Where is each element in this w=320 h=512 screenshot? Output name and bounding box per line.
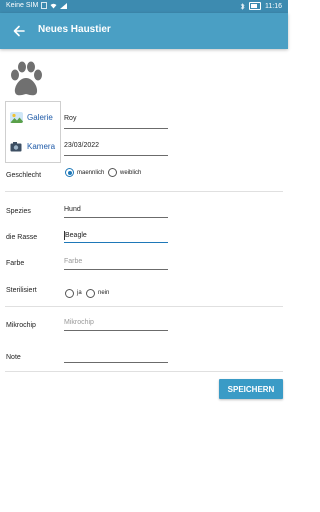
gallery-image-icon: [10, 111, 23, 123]
breed-input-underline: [64, 242, 168, 243]
date-input[interactable]: 23/03/2022: [64, 142, 99, 149]
section-divider-3: [5, 371, 283, 372]
status-right: 11:16: [240, 2, 282, 10]
section-divider: [5, 191, 283, 192]
color-input-underline: [64, 269, 168, 270]
gender-label: Geschlecht: [6, 172, 42, 179]
app-bar: Neues Haustier: [0, 13, 288, 49]
sterilized-option-yes: ja: [77, 290, 82, 296]
sterilized-label: Sterilisiert: [6, 287, 37, 294]
clock-text: 11:16: [265, 2, 282, 10]
gallery-label: Galerie: [27, 112, 53, 122]
photo-source-box: Galerie Kamera: [5, 101, 61, 163]
color-label: Farbe: [6, 260, 25, 267]
status-bar: Keine SIM 11:16: [0, 0, 288, 13]
back-button[interactable]: [10, 22, 28, 40]
section-divider-2: [5, 306, 283, 307]
carrier-text: Keine SIM: [6, 2, 39, 9]
save-button[interactable]: SPEICHERN: [219, 379, 283, 399]
bluetooth-icon: [240, 2, 245, 10]
gender-radio-female[interactable]: [108, 168, 117, 177]
gender-option-female: weiblich: [120, 170, 142, 176]
camera-icon: [10, 141, 22, 151]
gallery-button[interactable]: Galerie: [10, 109, 53, 125]
color-input[interactable]: Farbe: [64, 258, 82, 265]
page-title: Neues Haustier: [38, 24, 111, 35]
species-input[interactable]: Hund: [64, 206, 81, 213]
sterilized-radio-no[interactable]: [86, 289, 95, 298]
paw-icon: [11, 61, 42, 96]
gender-option-male: maennlich: [77, 170, 105, 176]
gender-radio-male[interactable]: [65, 168, 74, 177]
wifi-icon: [50, 3, 57, 8]
camera-label: Kamera: [27, 141, 56, 151]
note-input-underline: [64, 362, 168, 363]
name-input[interactable]: Roy: [64, 115, 76, 122]
species-input-underline: [64, 217, 168, 218]
breed-input[interactable]: Beagle: [65, 232, 87, 239]
camera-button[interactable]: Kamera: [10, 138, 55, 154]
battery-icon: [249, 2, 261, 10]
breed-label: die Rasse: [6, 234, 38, 241]
microchip-input[interactable]: Mikrochip: [64, 319, 94, 326]
status-left: Keine SIM: [6, 2, 68, 9]
signal-icon: [60, 2, 68, 9]
sterilized-option-no: nein: [98, 290, 110, 296]
species-label: Spezies: [6, 208, 31, 215]
microchip-input-underline: [64, 330, 168, 331]
date-input-underline: [64, 155, 168, 156]
name-input-underline: [64, 128, 168, 129]
microchip-label: Mikrochip: [6, 322, 36, 329]
sterilized-radio-yes[interactable]: [65, 289, 74, 298]
arrow-left-icon: [13, 25, 25, 37]
sim-icon: [41, 2, 48, 9]
note-label: Note: [6, 354, 21, 361]
